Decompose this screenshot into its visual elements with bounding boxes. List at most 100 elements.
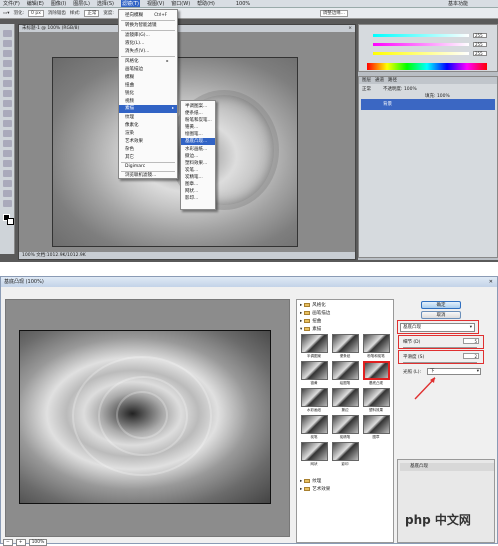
- submenu-conte-crayon[interactable]: 炭精笔...: [185, 174, 203, 180]
- light-select[interactable]: 下 ▾: [427, 368, 481, 375]
- workspace-switcher[interactable]: 基本功能: [448, 0, 468, 7]
- effect-layer-item[interactable]: 基底凸现: [400, 463, 494, 471]
- submenu-chrome[interactable]: 铬黄...: [185, 124, 198, 130]
- tab-paths[interactable]: 路径: [388, 77, 397, 84]
- submenu-charcoal[interactable]: 炭笔...: [185, 167, 198, 173]
- menu-item-blur[interactable]: 模糊: [125, 74, 134, 80]
- thumb-charcoal[interactable]: [301, 415, 328, 434]
- style-select[interactable]: 正常: [84, 9, 100, 17]
- submenu-water-paper[interactable]: 水彩画纸...: [185, 146, 207, 152]
- history-brush-tool-icon[interactable]: [3, 120, 12, 127]
- menu-item-pixelate[interactable]: 像素化: [125, 122, 139, 128]
- submenu-photocopy[interactable]: 影印...: [185, 195, 198, 201]
- menu-item-liquify[interactable]: 液化(L)...: [125, 40, 144, 46]
- menu-help[interactable]: 帮助(H): [197, 0, 215, 7]
- thumb-bas-relief[interactable]: [363, 361, 390, 380]
- menu-item-noise[interactable]: 杂色: [125, 146, 134, 152]
- menu-select[interactable]: 选择(S): [97, 0, 114, 7]
- move-tool-icon[interactable]: [3, 30, 12, 37]
- green-input[interactable]: 255: [473, 42, 487, 47]
- submenu-reticulation[interactable]: 网状...: [185, 188, 198, 194]
- stamp-tool-icon[interactable]: [3, 110, 12, 117]
- submenu-plaster[interactable]: 塑料效果...: [185, 160, 207, 166]
- red-slider[interactable]: [373, 34, 469, 37]
- healing-tool-icon[interactable]: [3, 90, 12, 97]
- marquee-tool-icon[interactable]: [3, 40, 12, 47]
- menu-item-texture[interactable]: 纹理: [125, 114, 134, 120]
- thumb-chrome[interactable]: [301, 361, 328, 380]
- document-tab[interactable]: 未标题-1 @ 100% (RGB/8) ×: [19, 25, 355, 32]
- submenu-chalk-charcoal[interactable]: 粉笔和炭笔...: [185, 117, 212, 123]
- thumb-note-paper[interactable]: [332, 334, 359, 353]
- type-tool-icon[interactable]: [3, 180, 12, 187]
- feather-input[interactable]: 0 px: [28, 9, 44, 17]
- thumb-plaster[interactable]: [363, 388, 390, 407]
- menu-layer[interactable]: 图层(L): [73, 0, 90, 7]
- lasso-tool-icon[interactable]: [3, 50, 12, 57]
- menu-window[interactable]: 窗口(W): [171, 0, 190, 7]
- submenu-halftone[interactable]: 半调图案...: [185, 103, 207, 109]
- menu-item-stylize[interactable]: 风格化 ▸: [125, 58, 169, 64]
- menu-item-digimarc[interactable]: Digimarc: [125, 164, 145, 169]
- thumb-reticulation[interactable]: [301, 442, 328, 461]
- menu-image[interactable]: 图像(I): [51, 0, 66, 7]
- crop-tool-icon[interactable]: [3, 70, 12, 77]
- tab-channels[interactable]: 通道: [375, 77, 384, 84]
- menu-file[interactable]: 文件(F): [3, 0, 20, 7]
- menu-item-video[interactable]: 视频: [125, 98, 134, 104]
- menu-edit[interactable]: 编辑(E): [27, 0, 44, 7]
- category-distort[interactable]: ▸ 扭曲: [300, 318, 321, 325]
- marquee-tool-icon[interactable]: ▭▾: [3, 11, 10, 16]
- zoom-select[interactable]: 100%: [28, 539, 48, 546]
- magic-wand-tool-icon[interactable]: [3, 60, 12, 67]
- menu-item-vanishing-point[interactable]: 消失点(V)...: [125, 48, 149, 54]
- close-icon[interactable]: ×: [348, 25, 355, 32]
- opacity-control[interactable]: 不透明度: 100%: [383, 86, 417, 92]
- submenu-stamp[interactable]: 图章...: [185, 181, 198, 187]
- layer-row[interactable]: 背景: [361, 99, 495, 110]
- green-slider[interactable]: [373, 43, 469, 46]
- cancel-button[interactable]: 取消: [421, 311, 461, 319]
- thumb-water-paper[interactable]: [301, 388, 328, 407]
- red-input[interactable]: 255: [473, 33, 487, 38]
- category-stylize[interactable]: ▸ 风格化: [300, 302, 326, 309]
- tab-layers[interactable]: 图层: [362, 77, 371, 84]
- thumb-torn-edges[interactable]: [332, 388, 359, 407]
- submenu-note-paper[interactable]: 便条纸...: [185, 110, 203, 116]
- thumb-conte-crayon[interactable]: [332, 415, 359, 434]
- refine-edge-button[interactable]: 调整边缘...: [319, 9, 348, 17]
- menu-item-distort[interactable]: 扭曲: [125, 82, 134, 88]
- antialias-checkbox[interactable]: 消除锯齿: [48, 10, 66, 16]
- zoom-out-button[interactable]: −: [3, 539, 13, 546]
- pen-tool-icon[interactable]: [3, 170, 12, 177]
- eraser-tool-icon[interactable]: [3, 130, 12, 137]
- hand-tool-icon[interactable]: [3, 200, 12, 207]
- menu-item-last-filter[interactable]: 径向模糊 Ctrl+F: [125, 12, 167, 18]
- menu-item-other[interactable]: 其它: [125, 154, 134, 160]
- menu-item-browse-online[interactable]: 浏览联机滤镜...: [125, 172, 156, 178]
- menu-item-sharpen[interactable]: 锐化: [125, 90, 134, 96]
- thumb-photocopy[interactable]: [332, 442, 359, 461]
- category-texture[interactable]: ▸ 纹理: [300, 478, 321, 485]
- eyedropper-tool-icon[interactable]: [3, 80, 12, 87]
- blue-slider[interactable]: [373, 52, 469, 55]
- preview-area[interactable]: [5, 299, 290, 537]
- close-icon[interactable]: ✕: [489, 277, 493, 287]
- thumb-graphic-pen[interactable]: [332, 361, 359, 380]
- thumb-chalk-charcoal[interactable]: [363, 334, 390, 353]
- dodge-tool-icon[interactable]: [3, 160, 12, 167]
- zoom-in-button[interactable]: +: [15, 539, 26, 546]
- menu-view[interactable]: 视图(V): [147, 0, 164, 7]
- blue-input[interactable]: 255: [473, 51, 487, 56]
- gradient-tool-icon[interactable]: [3, 140, 12, 147]
- submenu-graphic-pen[interactable]: 绘图笔...: [185, 131, 203, 137]
- submenu-torn-edges[interactable]: 撕边...: [185, 153, 198, 159]
- brush-tool-icon[interactable]: [3, 100, 12, 107]
- submenu-bas-relief[interactable]: 基底凸现...: [181, 138, 215, 145]
- category-artistic[interactable]: ▸ 艺术效果: [300, 486, 330, 493]
- thumb-halftone[interactable]: [301, 334, 328, 353]
- path-select-tool-icon[interactable]: [3, 190, 12, 197]
- menu-item-sketch[interactable]: 素描 ▸: [119, 105, 177, 113]
- category-brush-strokes[interactable]: ▸ 画笔描边: [300, 310, 330, 317]
- menu-item-render[interactable]: 渲染: [125, 130, 134, 136]
